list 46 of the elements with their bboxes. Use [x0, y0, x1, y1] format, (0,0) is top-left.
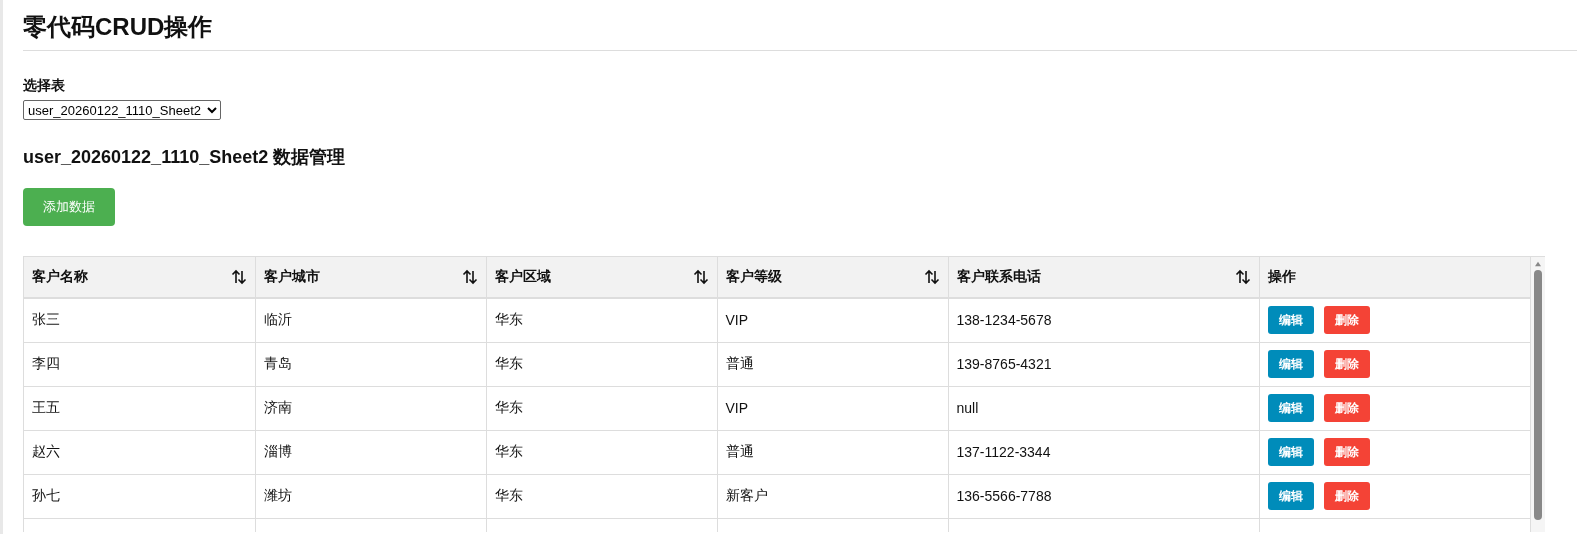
edit-button[interactable]: 编辑	[1267, 438, 1314, 466]
delete-button[interactable]: 删除	[1323, 306, 1370, 335]
table-cell: 华东	[494, 487, 523, 503]
field-label: 选择表	[23, 76, 66, 94]
table-cell: 张三	[32, 311, 60, 328]
delete-button[interactable]: 删除	[1323, 394, 1370, 422]
table-cell: 李四	[32, 355, 60, 371]
delete-button[interactable]: 删除	[1323, 350, 1370, 378]
table-cell: 普通	[725, 355, 754, 371]
table-cell: 新客户	[725, 487, 768, 503]
page-title: 零代码CRUD操作	[23, 12, 214, 42]
table-cell: 137-1122-3344	[956, 444, 1051, 460]
column-header: 客户联系电话	[956, 268, 1041, 286]
table-cell: VIP	[725, 312, 749, 329]
column-header: 操作	[1267, 268, 1296, 286]
table-cell: null	[956, 400, 979, 416]
table-cell: 青岛	[263, 355, 292, 371]
table-cell: 济南	[263, 399, 292, 415]
add-button[interactable]: 添加数据	[23, 188, 115, 226]
edit-button[interactable]: 编辑	[1267, 482, 1314, 510]
edit-button[interactable]: 编辑	[1267, 350, 1314, 378]
table-cell: 赵六	[32, 443, 60, 459]
table-cell: 临沂	[263, 311, 292, 328]
edit-button[interactable]: 编辑	[1267, 394, 1314, 422]
table-cell: 孙七	[32, 487, 60, 503]
column-header: 客户等级	[725, 268, 782, 286]
column-header: 客户名称	[32, 268, 88, 286]
table-cell: 王五	[32, 399, 60, 415]
delete-button[interactable]: 删除	[1323, 438, 1370, 466]
table-cell: 139-8765-4321	[956, 356, 1052, 372]
table-cell: 138-1234-5678	[956, 312, 1052, 329]
table-cell: 华东	[494, 399, 523, 415]
table-cell: 华东	[494, 443, 523, 459]
table-cell: 潍坊	[263, 487, 292, 503]
table-cell: 淄博	[263, 443, 292, 459]
table-select[interactable]: user_20260122_1110_Sheet2	[23, 100, 221, 120]
column-header: 客户城市	[263, 268, 320, 286]
table-cell: 普通	[725, 443, 754, 459]
table-cell: VIP	[725, 400, 749, 416]
table-cell: 136-5566-7788	[956, 488, 1052, 504]
column-header: 客户区域	[494, 268, 551, 286]
section-title: user_20260122_1110_Sheet2 数据管理	[23, 146, 347, 168]
table-cell: 华东	[494, 311, 523, 328]
edit-button[interactable]: 编辑	[1267, 306, 1314, 335]
table-cell: 华东	[494, 355, 523, 371]
delete-button[interactable]: 删除	[1323, 482, 1370, 510]
